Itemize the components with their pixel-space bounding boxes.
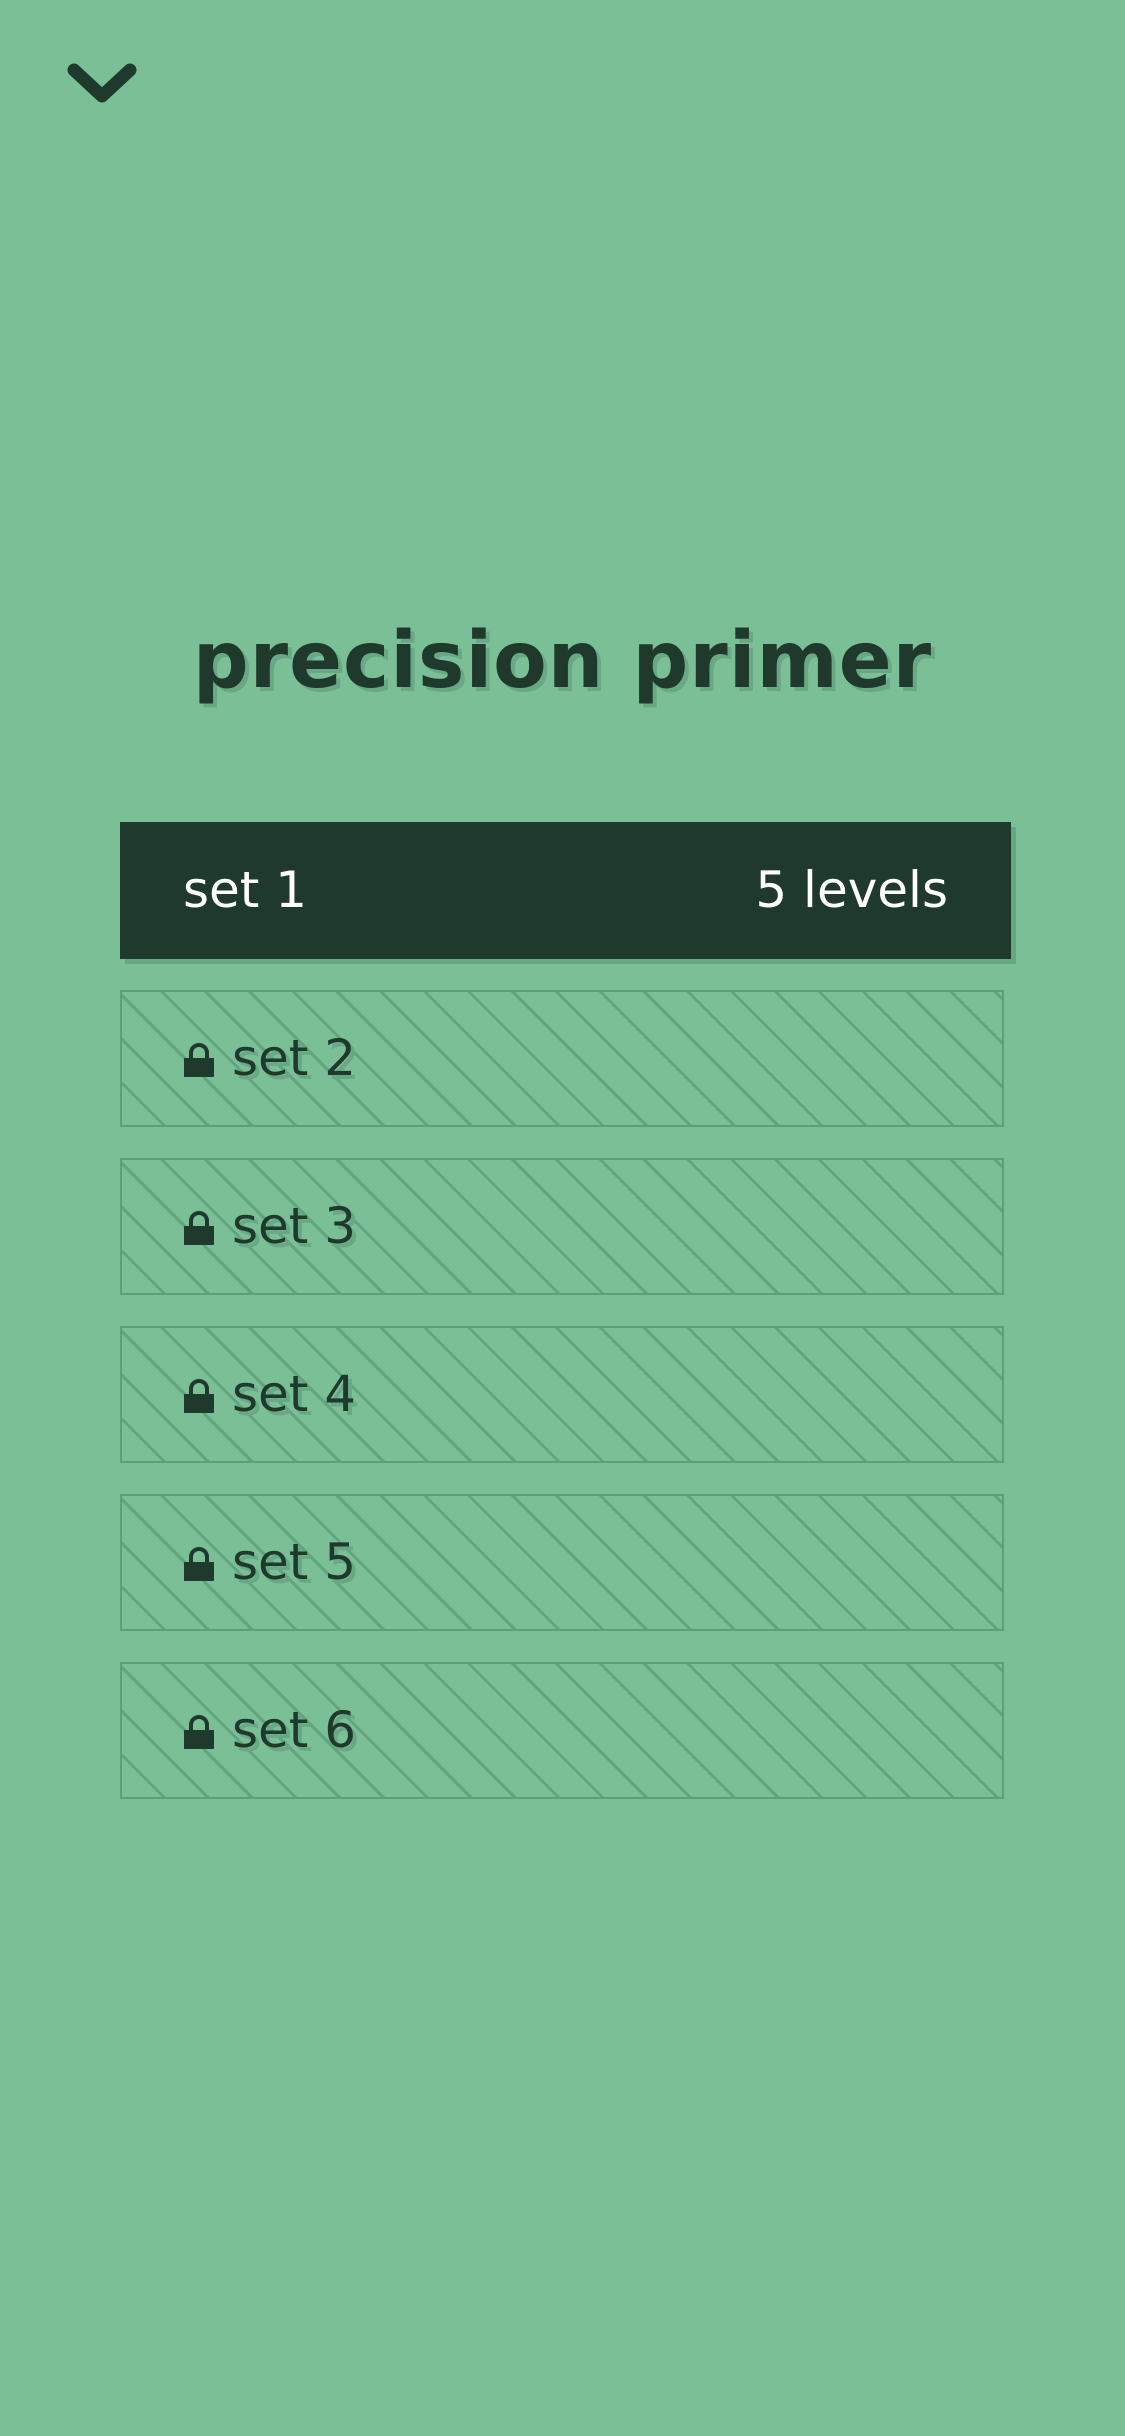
set-item-6[interactable]: set 6 bbox=[120, 1662, 1004, 1799]
set-label: set 4 bbox=[232, 1365, 357, 1423]
set-level-count: 5 levels bbox=[755, 861, 948, 919]
set-item-5[interactable]: set 5 bbox=[120, 1494, 1004, 1631]
set-label: set 3 bbox=[232, 1197, 357, 1255]
set-label: set 6 bbox=[232, 1701, 357, 1759]
lock-icon bbox=[184, 1715, 214, 1749]
set-item-1[interactable]: set 1 5 levels bbox=[120, 822, 1011, 959]
chevron-down-icon bbox=[67, 63, 137, 103]
set-list: set 1 5 levels set 2 set 3 set 4 set 5 s… bbox=[120, 822, 1011, 1830]
lock-icon bbox=[184, 1379, 214, 1413]
set-label: set 1 bbox=[183, 861, 308, 919]
set-item-3[interactable]: set 3 bbox=[120, 1158, 1004, 1295]
collapse-button[interactable] bbox=[60, 50, 144, 118]
set-item-2[interactable]: set 2 bbox=[120, 990, 1004, 1127]
set-label: set 2 bbox=[232, 1029, 357, 1087]
set-item-4[interactable]: set 4 bbox=[120, 1326, 1004, 1463]
page-title: precision primer bbox=[192, 616, 933, 706]
set-label: set 5 bbox=[232, 1533, 357, 1591]
lock-icon bbox=[184, 1211, 214, 1245]
lock-icon bbox=[184, 1547, 214, 1581]
lock-icon bbox=[184, 1043, 214, 1077]
